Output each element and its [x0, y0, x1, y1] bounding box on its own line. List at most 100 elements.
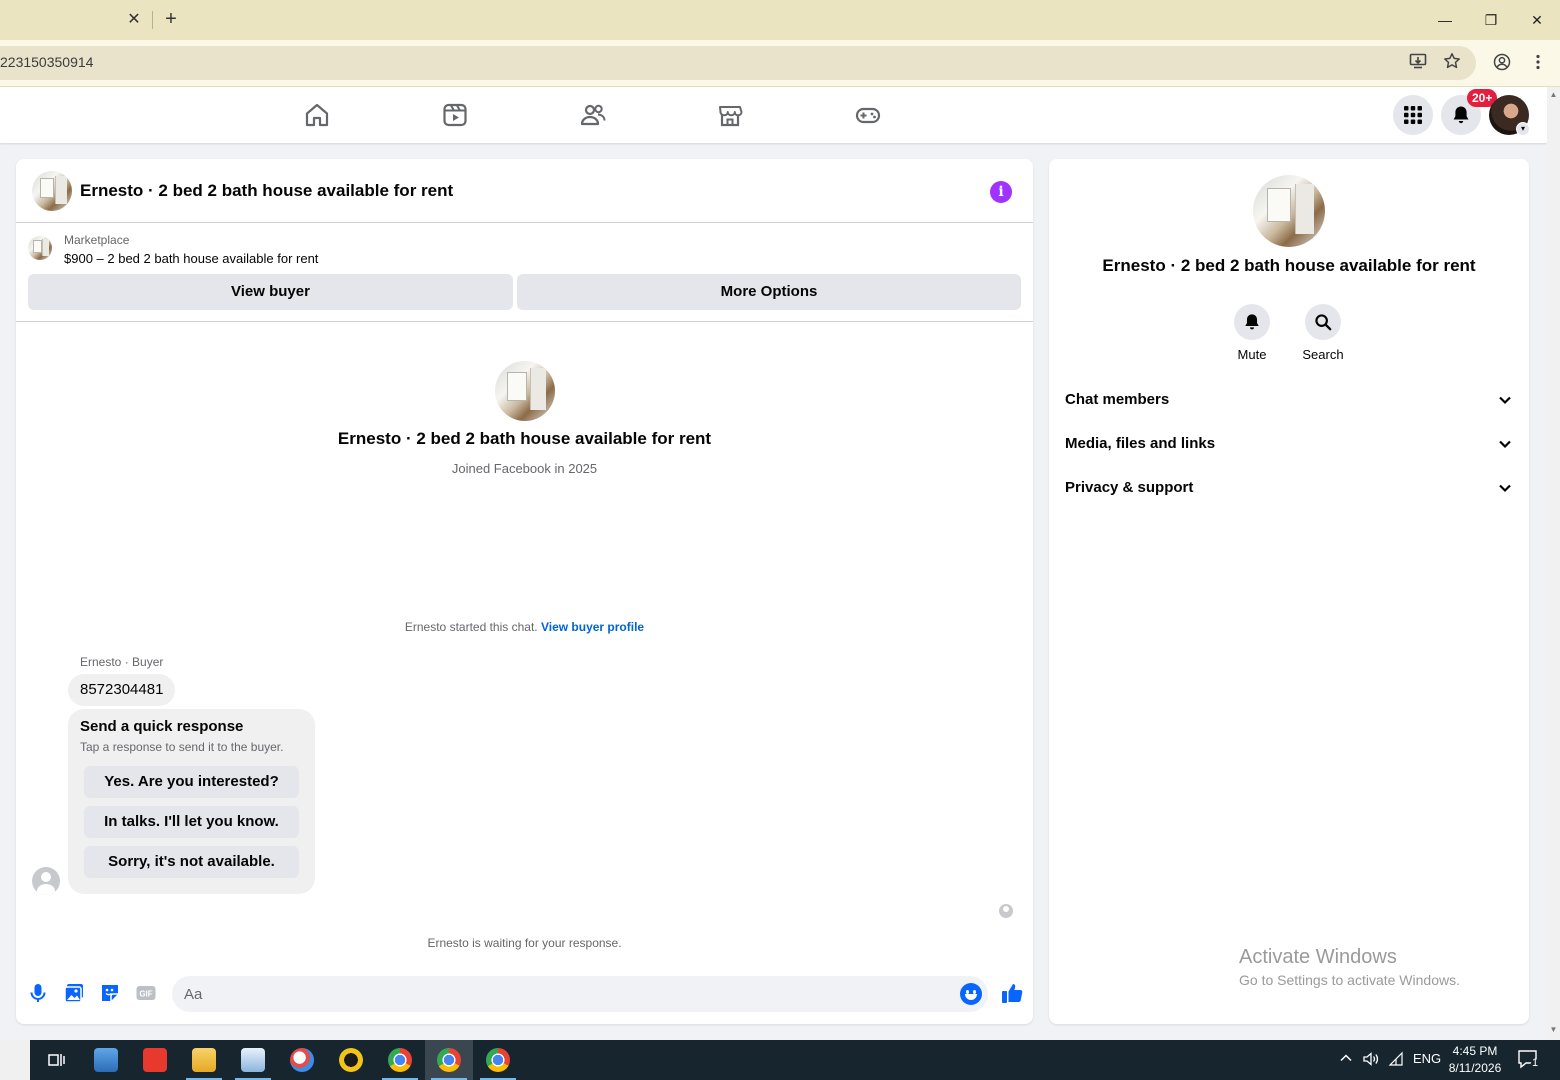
quick-response-option[interactable]: Yes. Are you interested? — [84, 766, 299, 798]
profile-icon[interactable] — [1491, 53, 1513, 75]
search-button[interactable]: Search — [1293, 304, 1353, 362]
mute-button[interactable]: Mute — [1222, 304, 1282, 362]
anydesk-icon[interactable] — [131, 1040, 179, 1080]
info-avatar[interactable] — [1253, 175, 1325, 247]
thumbs-up-icon[interactable] — [1000, 981, 1024, 1005]
home-icon[interactable] — [303, 101, 331, 129]
browser-menu-icon[interactable] — [1527, 53, 1549, 75]
address-bar[interactable]: 223150350914 — [0, 46, 1476, 80]
this-pc-icon[interactable] — [82, 1040, 130, 1080]
chat-header: Ernesto · 2 bed 2 bath house available f… — [16, 159, 1033, 223]
mute-label: Mute — [1237, 347, 1267, 362]
chat-panel: Ernesto · 2 bed 2 bath house available f… — [16, 159, 1033, 1024]
friends-icon[interactable] — [579, 101, 607, 129]
install-app-icon[interactable] — [1407, 52, 1429, 74]
chrome-profile-icon[interactable] — [425, 1040, 473, 1080]
menu-apps-button[interactable] — [1393, 95, 1433, 135]
listing-source-label: Marketplace — [64, 233, 130, 247]
buyer-avatar[interactable] — [32, 867, 60, 895]
input-language[interactable]: ENG — [1413, 1051, 1441, 1066]
window-minimize-button[interactable]: — — [1432, 8, 1458, 32]
listing-small-thumbnail[interactable] — [28, 236, 52, 260]
section-chat-members[interactable]: Chat members — [1065, 382, 1513, 418]
grid-icon — [1404, 106, 1422, 124]
start-area[interactable] — [0, 1040, 30, 1080]
chevron-down-icon — [1499, 396, 1511, 405]
quick-response-option[interactable]: Sorry, it's not available. — [84, 846, 299, 878]
marketplace-icon[interactable] — [716, 101, 744, 129]
chevron-down-icon — [1499, 440, 1511, 449]
tab-separator — [152, 11, 153, 29]
chevron-down-icon — [1499, 484, 1511, 493]
windows-taskbar: ENG 4:45 PM 8/11/2026 1 — [0, 1040, 1560, 1080]
page-scrollbar[interactable]: ▲ ▼ — [1547, 87, 1560, 1040]
bell-icon — [1245, 314, 1259, 330]
chrome-icon[interactable] — [376, 1040, 424, 1080]
listing-thumbnail[interactable] — [32, 171, 72, 211]
quick-response-title: Send a quick response — [80, 718, 244, 735]
waiting-notice: Ernesto is waiting for your response. — [427, 936, 622, 950]
contact-avatar[interactable] — [495, 361, 555, 421]
message-input[interactable] — [172, 976, 988, 1012]
sticker-icon[interactable] — [99, 982, 121, 1004]
network-icon[interactable] — [1388, 1051, 1404, 1070]
scroll-down-icon[interactable]: ▼ — [1549, 1025, 1558, 1034]
browser-toolbar: 223150350914 — [0, 40, 1560, 87]
system-clock[interactable]: 4:45 PM 8/11/2026 — [1440, 1043, 1510, 1077]
message-bubble[interactable]: 8572304481 — [68, 674, 176, 706]
volume-icon[interactable] — [1362, 1051, 1380, 1070]
chat-started-notice: Ernesto started this chat. View buyer pr… — [16, 620, 1033, 634]
app-icon[interactable] — [327, 1040, 375, 1080]
gaming-icon[interactable] — [854, 101, 882, 129]
paint-icon[interactable] — [278, 1040, 326, 1080]
tab-close-icon[interactable]: ✕ — [124, 10, 144, 30]
view-buyer-button[interactable]: View buyer — [28, 274, 513, 310]
photo-icon[interactable] — [63, 982, 85, 1004]
info-icon[interactable]: i — [990, 181, 1012, 203]
task-view-icon[interactable] — [32, 1040, 80, 1080]
browser-tab[interactable]: ✕ — [0, 0, 152, 40]
notepad-icon[interactable] — [229, 1040, 277, 1080]
video-icon[interactable] — [441, 101, 469, 129]
search-icon — [1315, 314, 1332, 331]
sender-label: Ernesto · Buyer — [80, 655, 164, 669]
clock-date: 8/11/2026 — [1448, 1061, 1502, 1075]
listing-price-title[interactable]: $900 – 2 bed 2 bath house available for … — [64, 251, 318, 266]
file-explorer-icon[interactable] — [180, 1040, 228, 1080]
emoji-icon[interactable] — [960, 983, 982, 1005]
activate-windows-subtitle: Go to Settings to activate Windows. — [1239, 972, 1460, 988]
url-text[interactable]: 223150350914 — [0, 54, 93, 70]
message-composer: GIF — [16, 971, 1033, 1024]
microphone-icon[interactable] — [27, 982, 49, 1004]
section-label: Media, files and links — [1065, 435, 1216, 452]
bookmark-star-icon[interactable] — [1441, 52, 1463, 74]
scroll-up-icon[interactable]: ▲ — [1549, 90, 1558, 99]
quick-response-option[interactable]: In talks. I'll let you know. — [84, 806, 299, 838]
chrome-profile-icon[interactable] — [474, 1040, 522, 1080]
window-restore-button[interactable]: ❐ — [1478, 8, 1504, 32]
clock-time: 4:45 PM — [1452, 1044, 1498, 1058]
action-center-icon[interactable]: 1 — [1516, 1048, 1542, 1072]
section-privacy-support[interactable]: Privacy & support — [1065, 470, 1513, 506]
info-contact-name: Ernesto · 2 bed 2 bath house available f… — [1102, 256, 1476, 275]
section-media-files-links[interactable]: Media, files and links — [1065, 426, 1513, 462]
joined-date: Joined Facebook in 2025 — [451, 461, 598, 476]
quick-response-card: Send a quick response Tap a response to … — [68, 709, 315, 894]
view-buyer-profile-link[interactable]: View buyer profile — [541, 620, 644, 634]
window-close-button[interactable]: ✕ — [1524, 8, 1550, 32]
gif-icon[interactable]: GIF — [135, 982, 157, 1004]
browser-tab-strip: ✕ + — ❐ ✕ — [0, 0, 1560, 40]
chat-title[interactable]: Ernesto · 2 bed 2 bath house available f… — [80, 181, 453, 201]
listing-banner: Marketplace $900 – 2 bed 2 bath house av… — [16, 223, 1033, 322]
chevron-up-icon[interactable] — [1339, 1051, 1353, 1068]
chevron-down-icon[interactable]: ▾ — [1516, 122, 1530, 136]
more-options-button[interactable]: More Options — [517, 274, 1021, 310]
notification-count: 1 — [1532, 1057, 1539, 1069]
activate-windows-title: Activate Windows — [1239, 946, 1397, 968]
section-label: Privacy & support — [1065, 479, 1194, 496]
new-tab-button[interactable]: + — [160, 8, 182, 30]
svg-text:GIF: GIF — [139, 990, 152, 999]
contact-name: Ernesto · 2 bed 2 bath house available f… — [337, 429, 712, 448]
chat-started-text: Ernesto started this chat. — [404, 620, 538, 634]
section-label: Chat members — [1065, 391, 1170, 408]
